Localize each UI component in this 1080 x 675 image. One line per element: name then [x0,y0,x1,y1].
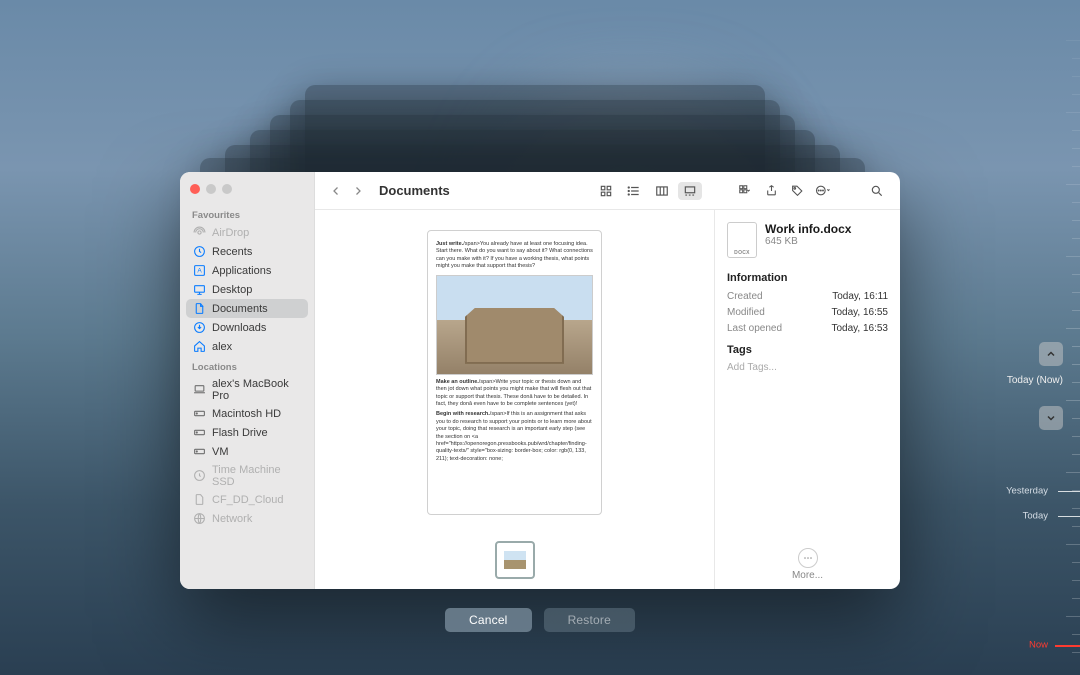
preview-text: Just write. [436,241,463,247]
sidebar-item-macintosh-hd[interactable]: Macintosh HD [186,404,308,423]
column-view-button[interactable] [650,182,674,200]
cancel-button[interactable]: Cancel [445,608,532,632]
disk-icon [192,407,206,421]
info-value-opened: Today, 16:53 [831,323,888,334]
svg-text:A: A [197,268,202,275]
timeline: Today (Now) YesterdayTodayNow [990,0,1080,675]
sidebar-item-vm[interactable]: VM [186,442,308,461]
file-name: Work info.docx [765,222,851,236]
main-area: Documents Just write./span>You already h… [315,172,900,589]
globe-icon [192,512,206,526]
clock-icon [192,245,206,259]
sidebar-item-label: Recents [212,246,252,258]
sidebar-item-airdrop[interactable]: AirDrop [186,223,308,242]
more-actions-button[interactable] [798,548,818,568]
sidebar-item-label: Documents [212,303,268,315]
sidebar-section-locations: Locations [186,360,308,375]
sidebar-item-label: Macintosh HD [212,408,281,420]
toolbar: Documents [315,172,900,210]
tags-button[interactable] [786,182,808,200]
disk-icon [192,445,206,459]
close-window-button[interactable] [190,184,200,194]
sidebar-item-cloud-disk[interactable]: CF_DD_Cloud [186,490,308,509]
sidebar-item-applications[interactable]: A Applications [186,261,308,280]
timeline-mark-label: Today [1023,511,1048,522]
sidebar-item-label: alex [212,341,232,353]
airdrop-icon [192,226,206,240]
sidebar-item-label: Applications [212,265,271,277]
add-tags-field[interactable]: Add Tags... [727,362,888,373]
action-menu-button[interactable] [812,182,834,200]
sidebar-item-label: Desktop [212,284,252,296]
sidebar-item-label: Network [212,513,252,525]
desktop-icon [192,283,206,297]
back-button[interactable] [327,182,345,200]
info-panel: Work info.docx 645 KB Information Create… [715,210,900,589]
timeline-mark-label: Yesterday [1006,486,1048,497]
more-label: More... [727,570,888,581]
sidebar-section-favourites: Favourites [186,208,308,223]
sidebar-item-label: VM [212,446,229,458]
downloads-icon [192,321,206,335]
clock-backup-icon [192,469,206,483]
sidebar-item-label: AirDrop [212,227,249,239]
sidebar-item-desktop[interactable]: Desktop [186,280,308,299]
sidebar-item-network[interactable]: Network [186,509,308,528]
gallery-preview-area: Just write./span>You already have at lea… [315,210,715,589]
sidebar-item-label: Time Machine SSD [212,464,302,488]
document-icon [192,493,206,507]
window-controls [186,182,308,204]
window-title: Documents [379,183,450,198]
timeline-ticks[interactable]: YesterdayTodayNow [1050,30,1080,675]
timeline-now-label: Now [1029,640,1048,651]
file-thumbnail[interactable] [495,541,535,579]
share-button[interactable] [760,182,782,200]
preview-text: Make an outline. [436,379,479,385]
zoom-window-button [222,184,232,194]
sidebar-item-macbook[interactable]: alex's MacBook Pro [186,375,308,404]
view-switcher [594,182,702,200]
gallery-view-button[interactable] [678,182,702,200]
sidebar-item-label: CF_DD_Cloud [212,494,284,506]
tags-section-title: Tags [727,344,888,356]
applications-icon: A [192,264,206,278]
info-value-created: Today, 16:11 [832,291,888,302]
file-type-icon [727,222,757,258]
restore-button[interactable]: Restore [544,608,635,632]
home-icon [192,340,206,354]
minimize-window-button [206,184,216,194]
icon-view-button[interactable] [594,182,618,200]
info-key-modified: Modified [727,307,765,318]
finder-window: Favourites AirDrop Recents A Application… [180,172,900,589]
group-menu-button[interactable] [734,182,756,200]
sidebar-item-documents[interactable]: Documents [186,299,308,318]
preview-image-placeholder [436,275,593,375]
thumbnail-strip [493,539,537,581]
forward-button[interactable] [349,182,367,200]
documents-icon [192,302,206,316]
sidebar-item-label: Downloads [212,322,266,334]
sidebar-item-label: alex's MacBook Pro [212,378,302,402]
sidebar-item-downloads[interactable]: Downloads [186,318,308,337]
sidebar-item-time-machine[interactable]: Time Machine SSD [186,461,308,490]
sidebar: Favourites AirDrop Recents A Application… [180,172,315,589]
sidebar-item-recents[interactable]: Recents [186,242,308,261]
sidebar-item-home[interactable]: alex [186,337,308,356]
preview-text: /span>If this is an assignment that asks… [436,411,592,462]
sidebar-item-flash-drive[interactable]: Flash Drive [186,423,308,442]
info-value-modified: Today, 16:55 [831,307,888,318]
info-section-title: Information [727,272,888,284]
sidebar-item-label: Flash Drive [212,427,268,439]
info-key-opened: Last opened [727,323,782,334]
disk-icon [192,426,206,440]
search-button[interactable] [866,182,888,200]
info-key-created: Created [727,291,763,302]
laptop-icon [192,383,206,397]
list-view-button[interactable] [622,182,646,200]
file-size: 645 KB [765,236,851,247]
document-preview: Just write./span>You already have at lea… [427,230,602,515]
preview-text: Begin with research. [436,411,490,417]
